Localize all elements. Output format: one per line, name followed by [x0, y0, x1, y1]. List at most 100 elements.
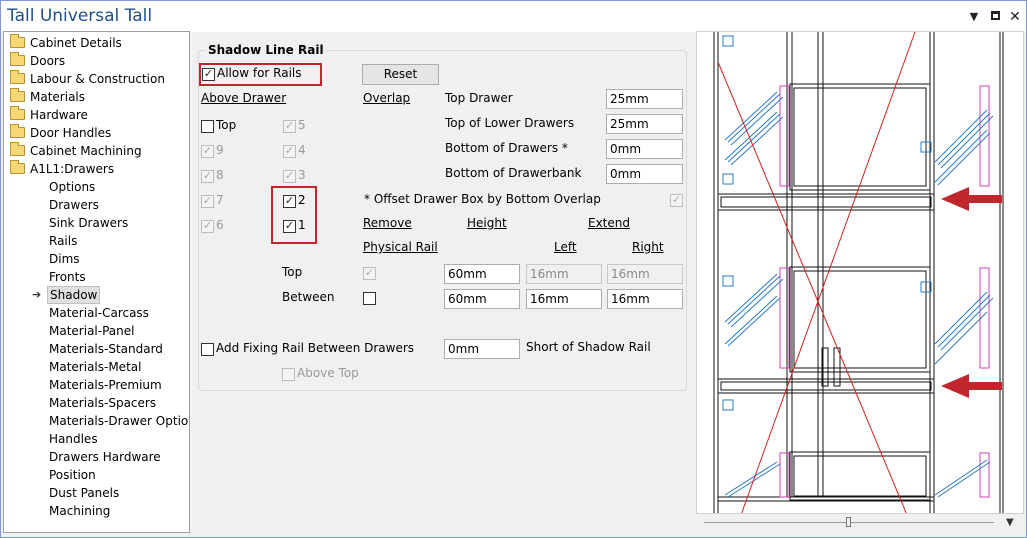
add-fixing-rail-checkbox[interactable] [201, 343, 214, 356]
above-drawer-checkbox-label: 1 [298, 218, 306, 232]
tree-item-folder[interactable]: Hardware [4, 106, 189, 124]
tree-item-label: Drawers [49, 198, 99, 212]
chevron-down-icon[interactable]: ▼ [967, 10, 981, 24]
tree-item-label: Doors [30, 54, 66, 68]
tree-item-label: Handles [49, 432, 98, 446]
tree-item[interactable]: Dims [4, 250, 189, 268]
overlap-value-field[interactable]: 25mm [606, 114, 683, 134]
rail-height-field[interactable]: 60mm [444, 289, 520, 309]
offset-drawer-box-checkbox[interactable]: ✓ [670, 193, 683, 207]
above-drawer-label: Above Drawer [201, 91, 287, 105]
tree-item[interactable]: Materials-Spacers [4, 394, 189, 412]
tree-item[interactable]: Rails [4, 232, 189, 250]
check-mark-icon: ✓ [284, 119, 295, 132]
above-drawer-checkbox[interactable]: ✓ [283, 219, 296, 233]
above-drawer-checkbox[interactable]: ✓ [283, 169, 296, 183]
rail-right-extend-field[interactable]: 16mm [607, 289, 683, 309]
above-drawer-checkbox-label: 7 [216, 193, 224, 207]
tree-item[interactable]: Position [4, 466, 189, 484]
above-drawer-checkbox-label: 2 [298, 193, 306, 207]
above-drawer-checkbox-label: Top [216, 118, 237, 132]
tree-item-label: Rails [49, 234, 78, 248]
check-mark-icon: ✓ [202, 144, 213, 157]
folder-icon [10, 88, 25, 102]
remove-rail-checkbox[interactable] [363, 292, 376, 305]
allow-for-rails-checkbox[interactable]: ✓ [202, 67, 215, 81]
tree-item[interactable]: Fronts [4, 268, 189, 286]
tree-item-label: Door Handles [30, 126, 112, 140]
tree-item-folder[interactable]: Cabinet Machining [4, 142, 189, 160]
left-header: Left [554, 240, 577, 254]
tree-item-folder[interactable]: A1L1:Drawers [4, 160, 189, 178]
tree-item-label: Materials [30, 90, 86, 104]
horizontal-zoom-slider[interactable]: ▼ [696, 514, 1024, 534]
tree-item[interactable]: Options [4, 178, 189, 196]
group-title: Shadow Line Rail [206, 43, 326, 57]
rail-left-extend-field[interactable]: 16mm [526, 264, 602, 284]
tree-item-folder[interactable]: Materials [4, 88, 189, 106]
tree-item[interactable]: Dust Panels [4, 484, 189, 502]
rail-right-extend-field[interactable]: 16mm [607, 264, 683, 284]
remove-rail-checkbox[interactable]: ✓ [363, 266, 376, 280]
tree-item[interactable]: Material-Panel [4, 322, 189, 340]
tree-item-label: Materials-Drawer Options [49, 414, 190, 428]
tree-item-label: Options [49, 180, 96, 194]
folder-icon [10, 160, 25, 174]
above-drawer-checkbox[interactable]: ✓ [201, 194, 214, 208]
above-drawer-checkbox[interactable] [201, 120, 214, 133]
above-drawer-checkbox[interactable]: ✓ [283, 119, 296, 133]
right-header: Right [632, 240, 664, 254]
check-mark-icon: ✓ [284, 219, 295, 232]
above-drawer-checkbox[interactable]: ✓ [201, 144, 214, 158]
rail-left-extend-field[interactable]: 16mm [526, 289, 602, 309]
above-drawer-checkbox-label: 8 [216, 168, 224, 182]
above-top-checkbox[interactable] [282, 368, 295, 381]
tree-item[interactable]: Materials-Standard [4, 340, 189, 358]
tree-item-label: Materials-Standard [49, 342, 163, 356]
tree-item-folder[interactable]: Door Handles [4, 124, 189, 142]
above-drawer-checkbox-label: 3 [298, 168, 306, 182]
overlap-value-field[interactable]: 0mm [606, 139, 683, 159]
above-drawer-checkbox[interactable]: ✓ [201, 169, 214, 183]
overlap-label: Overlap [363, 91, 411, 105]
tree-item-label: Materials-Spacers [49, 396, 157, 410]
overlap-value-field[interactable]: 25mm [606, 89, 683, 109]
check-mark-icon: ✓ [284, 194, 295, 207]
reset-button[interactable]: Reset [362, 64, 439, 85]
tree-item[interactable]: Sink Drawers [4, 214, 189, 232]
short-of-shadow-rail-label: Short of Shadow Rail [526, 340, 651, 354]
slider-thumb[interactable] [846, 517, 851, 527]
tree-item[interactable]: Materials-Metal [4, 358, 189, 376]
settings-tree[interactable]: Cabinet Details Doors Labour & Constructio… [3, 31, 190, 533]
overlap-field-label: Bottom of Drawers * [445, 141, 568, 155]
restore-icon[interactable] [988, 10, 1002, 24]
tree-item[interactable]: Material-Carcass [4, 304, 189, 322]
tree-item[interactable]: Materials-Drawer Options [4, 412, 189, 430]
folder-icon [10, 142, 25, 156]
rail-height-field[interactable]: 60mm [444, 264, 520, 284]
title-bar: Tall Universal Tall ▼ ✕ [1, 1, 1026, 32]
tree-item[interactable]: ➔ Shadow [4, 286, 189, 304]
allow-for-rails-label: Allow for Rails [217, 66, 302, 80]
chevron-down-icon[interactable]: ▼ [1006, 517, 1014, 528]
above-drawer-checkbox[interactable]: ✓ [201, 219, 214, 233]
tree-item[interactable]: Materials-Premium [4, 376, 189, 394]
overlap-field-label: Top Drawer [445, 91, 513, 105]
above-drawer-checkbox[interactable]: ✓ [283, 144, 296, 158]
above-drawer-checkbox-label: 5 [298, 118, 306, 132]
tree-item-label: Dust Panels [49, 486, 120, 500]
overlap-value-field[interactable]: 0mm [606, 164, 683, 184]
tree-item-label: Hardware [30, 108, 88, 122]
tree-item[interactable]: Machining [4, 502, 189, 520]
folder-icon [10, 34, 25, 48]
above-drawer-checkbox[interactable]: ✓ [283, 194, 296, 208]
tree-item-folder[interactable]: Labour & Construction [4, 70, 189, 88]
tree-item[interactable]: Drawers Hardware [4, 448, 189, 466]
drawing-preview[interactable] [696, 31, 1024, 514]
tree-item-folder[interactable]: Cabinet Details [4, 34, 189, 52]
tree-item-folder[interactable]: Doors [4, 52, 189, 70]
fixing-rail-field[interactable]: 0mm [444, 339, 520, 359]
close-icon[interactable]: ✕ [1008, 10, 1022, 24]
tree-item[interactable]: Drawers [4, 196, 189, 214]
tree-item[interactable]: Handles [4, 430, 189, 448]
